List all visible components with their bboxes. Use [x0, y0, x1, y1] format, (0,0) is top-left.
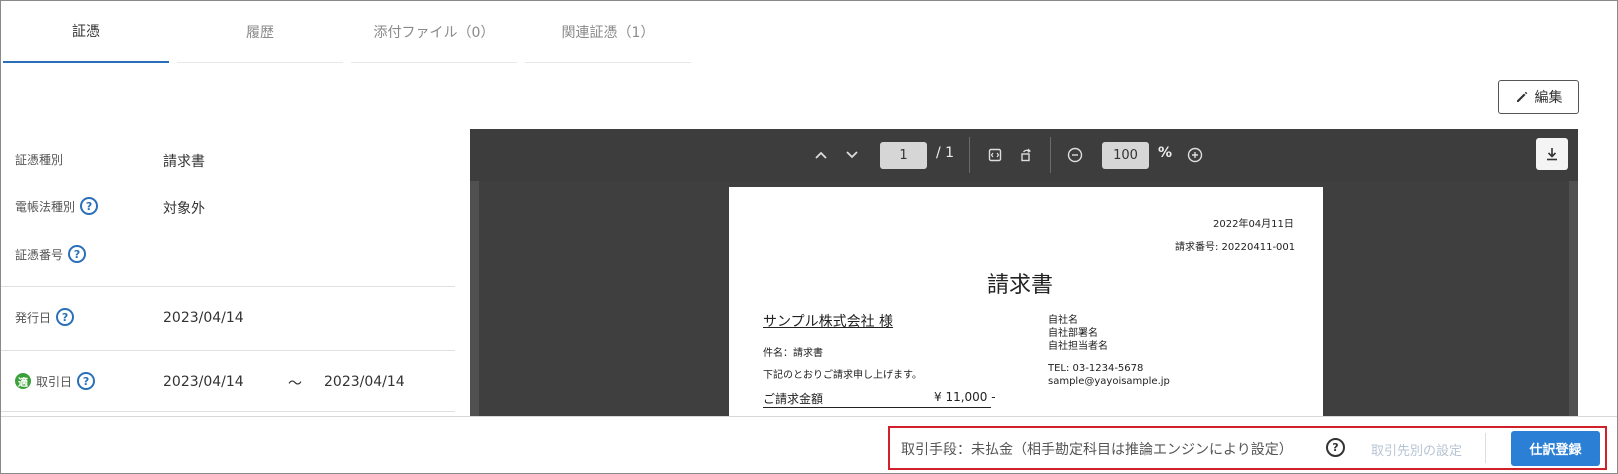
fit-page-icon[interactable]	[984, 144, 1006, 166]
tab-attachments[interactable]: 添付ファイル（0）	[351, 1, 517, 63]
journal-register-button[interactable]: 仕訳登録	[1511, 431, 1600, 466]
amount-label: ご請求金額	[763, 392, 824, 406]
prev-page-icon[interactable]	[810, 144, 832, 166]
recipient-name: サンプル株式会社 様	[763, 314, 894, 330]
ebook-law-type-label: 電帳法種別	[15, 199, 76, 214]
invoice-page: 2022年04月11日 請求番号: 20220411-001 請求書 サンプル株…	[729, 187, 1323, 427]
ebook-law-type-row: 電帳法種別 ?	[15, 197, 99, 215]
app-frame: 証憑 履歴 添付ファイル（0） 関連証憑（1） 編集 証憑種別 請求書 電帳法種…	[0, 0, 1618, 474]
download-icon	[1547, 148, 1557, 161]
invoice-number: 請求番号: 20220411-001	[1175, 242, 1296, 253]
transaction-date-separator: ～	[288, 376, 302, 392]
company-contact: 自社担当者名	[1048, 341, 1108, 352]
tab-history[interactable]: 履歴	[177, 1, 343, 63]
voucher-number-row: 証憑番号 ?	[15, 245, 87, 263]
pencil-icon	[1516, 91, 1527, 102]
transaction-date-to: 2023/04/14	[324, 374, 405, 390]
toolbar-separator	[1050, 137, 1051, 173]
transaction-date-from: 2023/04/14	[163, 374, 244, 390]
next-page-icon[interactable]	[841, 144, 863, 166]
transaction-date-row: 適 取引日 ?	[15, 372, 96, 390]
voucher-number-label: 証憑番号	[15, 247, 64, 262]
page-number-input[interactable]: 1	[880, 142, 927, 169]
invoice-title: 請求書	[987, 273, 1054, 298]
tab-voucher[interactable]: 証憑	[3, 1, 169, 63]
issue-date-value: 2023/04/14	[163, 310, 244, 326]
page-total: / 1	[936, 145, 955, 161]
voucher-type-value: 請求書	[163, 154, 205, 170]
help-icon[interactable]: ?	[68, 245, 87, 263]
zoom-in-icon[interactable]	[1184, 144, 1206, 166]
download-button[interactable]	[1536, 138, 1568, 170]
issue-date-label: 発行日	[15, 310, 52, 325]
partner-setting-link[interactable]: 取引先別の設定	[1371, 440, 1462, 459]
tab-bar: 証憑 履歴 添付ファイル（0） 関連証憑（1）	[3, 1, 699, 63]
divider	[1485, 433, 1486, 463]
voucher-type-row: 証憑種別	[15, 151, 63, 168]
zoom-out-icon[interactable]	[1064, 144, 1086, 166]
help-icon[interactable]: ?	[1326, 438, 1345, 457]
edit-button[interactable]: 編集	[1498, 80, 1579, 114]
subject-line: 件名：請求書	[763, 348, 823, 359]
zoom-input[interactable]: 100	[1102, 142, 1149, 169]
issue-date-row: 発行日 ?	[15, 308, 75, 326]
rotate-icon[interactable]	[1015, 144, 1037, 166]
invoice-date: 2022年04月11日	[1213, 219, 1294, 230]
qualified-badge-icon: 適	[15, 373, 31, 389]
help-icon[interactable]: ?	[56, 308, 75, 326]
help-icon[interactable]: ?	[77, 372, 96, 390]
tab-related-vouchers[interactable]: 関連証憑（1）	[525, 1, 691, 63]
invoice-message: 下記のとおりご請求申し上げます。	[763, 370, 922, 381]
viewer-toolbar: 1 / 1 100 %	[470, 129, 1578, 181]
edit-button-label: 編集	[1534, 90, 1563, 106]
help-icon[interactable]: ?	[80, 197, 99, 215]
amount-value: ¥ 11,000 -	[934, 390, 996, 404]
company-email: sample@yayoisample.jp	[1048, 376, 1170, 387]
divider	[1, 411, 455, 412]
zoom-unit: %	[1158, 145, 1173, 161]
voucher-type-label: 証憑種別	[15, 153, 64, 167]
amount-underline	[763, 407, 991, 408]
company-tel: TEL: 03-1234-5678	[1048, 363, 1144, 374]
divider	[1, 286, 455, 287]
ebook-law-type-value: 対象外	[163, 201, 205, 217]
transaction-date-label: 取引日	[36, 374, 73, 389]
transaction-method-text: 取引手段：未払金（相手勘定科目は推論エンジンにより設定）	[901, 442, 1293, 458]
divider	[1, 350, 455, 351]
toolbar-separator	[969, 137, 970, 173]
